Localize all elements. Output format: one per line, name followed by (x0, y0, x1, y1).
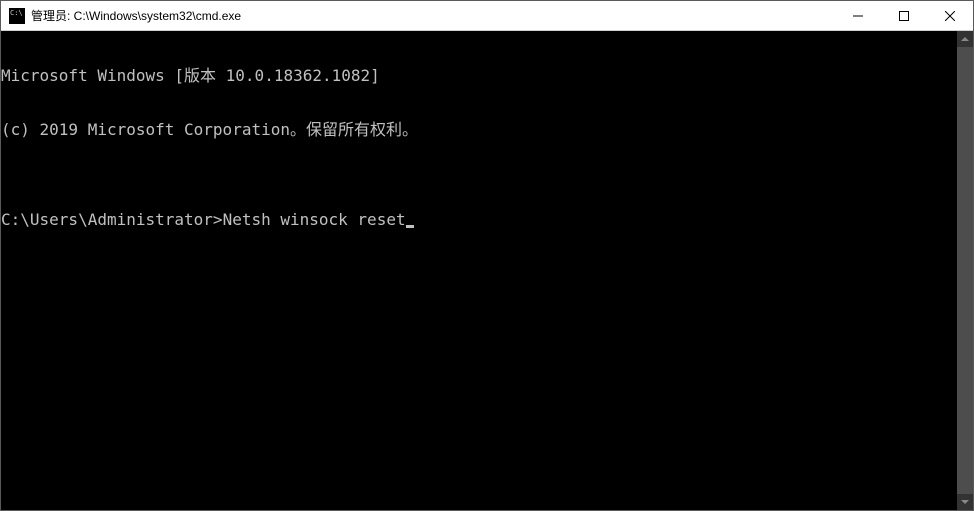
chevron-down-icon (961, 500, 969, 504)
terminal-prompt: C:\Users\Administrator> (1, 210, 223, 229)
scrollbar-thumb[interactable] (957, 47, 973, 494)
close-button[interactable] (927, 1, 973, 30)
vertical-scrollbar[interactable] (957, 31, 973, 510)
scroll-down-button[interactable] (957, 494, 973, 510)
window-controls (835, 1, 973, 30)
window-title: 管理员: C:\Windows\system32\cmd.exe (31, 7, 835, 24)
cmd-window: 管理员: C:\Windows\system32\cmd.exe Microso… (0, 0, 974, 511)
chevron-up-icon (961, 37, 969, 41)
minimize-button[interactable] (835, 1, 881, 30)
app-icon[interactable] (9, 8, 25, 24)
cursor-icon (406, 225, 414, 228)
minimize-icon (853, 11, 863, 21)
maximize-button[interactable] (881, 1, 927, 30)
scrollbar-track[interactable] (957, 47, 973, 494)
terminal-output-line: Microsoft Windows [版本 10.0.18362.1082] (1, 67, 973, 85)
terminal-area[interactable]: Microsoft Windows [版本 10.0.18362.1082] (… (1, 31, 973, 510)
terminal-output-line: (c) 2019 Microsoft Corporation。保留所有权利。 (1, 121, 973, 139)
terminal-command: Netsh winsock reset (223, 210, 406, 229)
titlebar[interactable]: 管理员: C:\Windows\system32\cmd.exe (1, 1, 973, 31)
close-icon (945, 11, 955, 21)
scroll-up-button[interactable] (957, 31, 973, 47)
terminal-prompt-line: C:\Users\Administrator>Netsh winsock res… (1, 211, 973, 229)
maximize-icon (899, 11, 909, 21)
